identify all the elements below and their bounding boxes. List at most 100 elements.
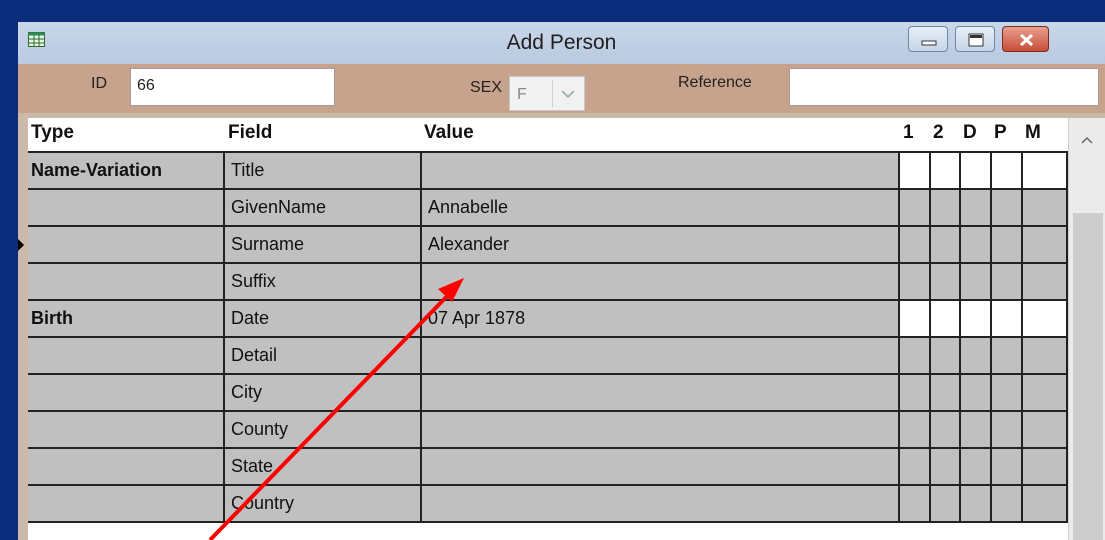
flag-cell-1[interactable] — [900, 412, 931, 449]
row-type-cell[interactable] — [28, 412, 225, 449]
flag-cell-1[interactable] — [900, 227, 931, 264]
flag-cell-1[interactable] — [900, 375, 931, 412]
row-type-cell[interactable] — [28, 486, 225, 523]
row-field-cell[interactable]: GivenName — [225, 190, 422, 227]
col-header-flag-m[interactable]: M — [1025, 122, 1041, 144]
flag-cell-M[interactable] — [1023, 190, 1068, 227]
flag-cell-M[interactable] — [1023, 301, 1068, 338]
col-header-flag-2[interactable]: 2 — [933, 122, 944, 144]
table-row[interactable]: County — [28, 412, 1068, 449]
flag-cell-1[interactable] — [900, 449, 931, 486]
table-row[interactable]: GivenName Annabelle — [28, 190, 1068, 227]
table-row[interactable]: City — [28, 375, 1068, 412]
scroll-up-button[interactable] — [1069, 118, 1105, 163]
flag-cell-2[interactable] — [931, 486, 961, 523]
minimize-button[interactable] — [908, 26, 948, 52]
flag-cell-2[interactable] — [931, 412, 961, 449]
flag-cell-2[interactable] — [931, 338, 961, 375]
sex-dropdown[interactable]: F — [509, 76, 585, 111]
scroll-thumb[interactable] — [1073, 213, 1103, 540]
row-field-cell[interactable]: Detail — [225, 338, 422, 375]
table-row[interactable]: State — [28, 449, 1068, 486]
table-row[interactable]: Surname Alexander — [18, 227, 1068, 264]
row-field-cell[interactable]: Surname — [225, 227, 422, 264]
table-row[interactable]: Birth Date 07 Apr 1878 — [28, 301, 1068, 338]
flag-cell-P[interactable] — [992, 153, 1023, 190]
flag-cell-P[interactable] — [992, 190, 1023, 227]
row-value-cell[interactable]: Alexander — [422, 227, 900, 264]
row-field-cell[interactable]: Country — [225, 486, 422, 523]
chevron-down-icon[interactable] — [552, 80, 583, 107]
col-header-field[interactable]: Field — [228, 122, 272, 144]
row-field-cell[interactable]: Suffix — [225, 264, 422, 301]
flag-cell-2[interactable] — [931, 301, 961, 338]
flag-cell-M[interactable] — [1023, 227, 1068, 264]
id-field[interactable]: 66 — [130, 68, 335, 106]
table-row[interactable]: Name-Variation Title — [28, 153, 1068, 190]
row-value-cell[interactable] — [422, 412, 900, 449]
flag-cell-2[interactable] — [931, 449, 961, 486]
flag-cell-D[interactable] — [961, 190, 992, 227]
flag-cell-1[interactable] — [900, 486, 931, 523]
flag-cell-P[interactable] — [992, 412, 1023, 449]
table-row[interactable]: Detail — [28, 338, 1068, 375]
table-row[interactable]: Country — [28, 486, 1068, 523]
row-type-cell[interactable] — [28, 190, 225, 227]
row-type-cell[interactable] — [28, 375, 225, 412]
flag-cell-P[interactable] — [992, 264, 1023, 301]
row-value-cell[interactable] — [422, 375, 900, 412]
flag-cell-2[interactable] — [931, 375, 961, 412]
close-button[interactable] — [1002, 26, 1049, 52]
row-value-cell[interactable] — [422, 486, 900, 523]
flag-cell-P[interactable] — [992, 301, 1023, 338]
flag-cell-2[interactable] — [931, 153, 961, 190]
reference-field[interactable] — [789, 68, 1099, 106]
row-type-cell[interactable]: Birth — [28, 301, 225, 338]
row-field-cell[interactable]: State — [225, 449, 422, 486]
row-value-cell[interactable] — [422, 338, 900, 375]
row-value-cell[interactable]: Annabelle — [422, 190, 900, 227]
flag-cell-D[interactable] — [961, 264, 992, 301]
row-field-cell[interactable]: County — [225, 412, 422, 449]
title-bar[interactable]: Add Person — [18, 22, 1105, 65]
row-type-cell[interactable] — [28, 338, 225, 375]
flag-cell-M[interactable] — [1023, 412, 1068, 449]
flag-cell-D[interactable] — [961, 301, 992, 338]
flag-cell-D[interactable] — [961, 153, 992, 190]
flag-cell-P[interactable] — [992, 227, 1023, 264]
flag-cell-1[interactable] — [900, 338, 931, 375]
col-header-flag-d[interactable]: D — [963, 122, 977, 144]
flag-cell-M[interactable] — [1023, 449, 1068, 486]
flag-cell-P[interactable] — [992, 338, 1023, 375]
flag-cell-2[interactable] — [931, 264, 961, 301]
col-header-flag-p[interactable]: P — [994, 122, 1007, 144]
flag-cell-1[interactable] — [900, 190, 931, 227]
flag-cell-2[interactable] — [931, 190, 961, 227]
row-type-cell[interactable] — [28, 449, 225, 486]
flag-cell-D[interactable] — [961, 227, 992, 264]
row-value-cell[interactable] — [422, 264, 900, 301]
flag-cell-D[interactable] — [961, 449, 992, 486]
row-type-cell[interactable] — [28, 264, 225, 301]
col-header-value[interactable]: Value — [424, 122, 474, 144]
flag-cell-1[interactable] — [900, 301, 931, 338]
flag-cell-D[interactable] — [961, 412, 992, 449]
flag-cell-1[interactable] — [900, 264, 931, 301]
col-header-flag-1[interactable]: 1 — [903, 122, 914, 144]
flag-cell-M[interactable] — [1023, 486, 1068, 523]
row-field-cell[interactable]: City — [225, 375, 422, 412]
vertical-scrollbar[interactable] — [1068, 118, 1105, 540]
col-header-type[interactable]: Type — [31, 122, 74, 144]
flag-cell-M[interactable] — [1023, 338, 1068, 375]
row-value-cell[interactable]: 07 Apr 1878 — [422, 301, 900, 338]
flag-cell-M[interactable] — [1023, 153, 1068, 190]
flag-cell-P[interactable] — [992, 449, 1023, 486]
flag-cell-2[interactable] — [931, 227, 961, 264]
flag-cell-1[interactable] — [900, 153, 931, 190]
row-field-cell[interactable]: Date — [225, 301, 422, 338]
flag-cell-P[interactable] — [992, 375, 1023, 412]
flag-cell-P[interactable] — [992, 486, 1023, 523]
row-type-cell[interactable] — [28, 227, 225, 264]
flag-cell-M[interactable] — [1023, 264, 1068, 301]
row-field-cell[interactable]: Title — [225, 153, 422, 190]
